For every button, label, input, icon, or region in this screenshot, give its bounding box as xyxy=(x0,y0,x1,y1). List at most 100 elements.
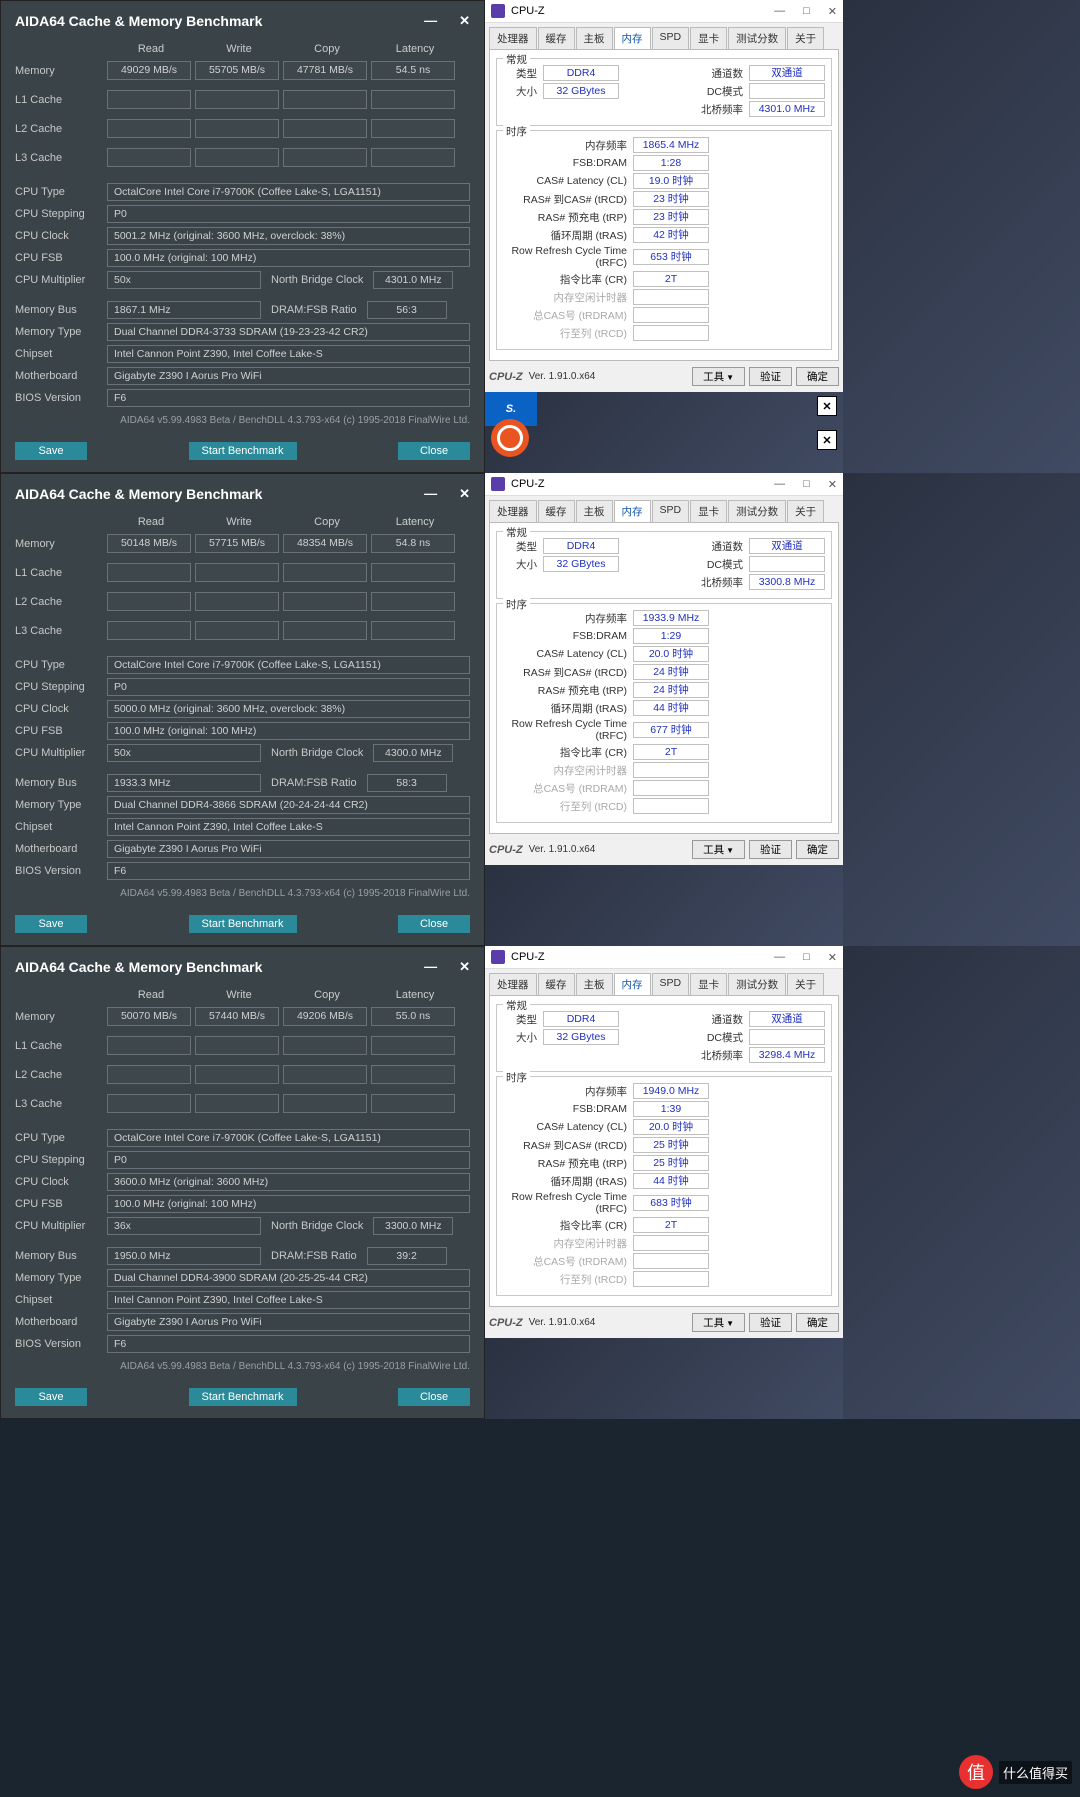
close-icon[interactable]: ✕ xyxy=(828,5,837,18)
chipset: Intel Cannon Point Z390, Intel Coffee La… xyxy=(107,818,470,836)
dramratio: 58:3 xyxy=(367,774,447,792)
close-button[interactable]: Close xyxy=(398,1388,470,1406)
cpuz-titlebar[interactable]: CPU-Z — □ ✕ xyxy=(485,0,843,23)
close-icon[interactable]: ✕ xyxy=(828,951,837,964)
cpuz-tab[interactable]: 关于 xyxy=(787,973,824,995)
cpuz-version: Ver. 1.91.0.x64 xyxy=(529,371,596,382)
maximize-icon[interactable]: □ xyxy=(803,951,810,964)
save-button[interactable]: Save xyxy=(15,1388,87,1406)
validate-button[interactable]: 验证 xyxy=(749,840,792,859)
aida-copyright: AIDA64 v5.99.4983 Beta / BenchDLL 4.3.79… xyxy=(15,884,470,903)
cpuz-tab[interactable]: 测试分数 xyxy=(728,500,786,522)
minimize-icon[interactable]: — xyxy=(774,5,785,18)
close-button[interactable]: Close xyxy=(398,442,470,460)
minimize-icon[interactable]: — xyxy=(424,13,437,29)
validate-button[interactable]: 验证 xyxy=(749,367,792,386)
cl: 20.0 时钟 xyxy=(633,646,709,662)
maximize-icon[interactable]: □ xyxy=(803,478,810,491)
cpuz-tab[interactable]: 测试分数 xyxy=(728,27,786,49)
save-button[interactable]: Save xyxy=(15,442,87,460)
cpuz-tab[interactable]: 内存 xyxy=(614,500,651,522)
chipset: Intel Cannon Point Z390, Intel Coffee La… xyxy=(107,1291,470,1309)
aida-titlebar[interactable]: AIDA64 Cache & Memory Benchmark — ✕ xyxy=(1,1,484,37)
cpuz-app-icon xyxy=(491,950,505,964)
mem-copy: 47781 MB/s xyxy=(283,61,367,80)
cpuz-tab[interactable]: 内存 xyxy=(614,27,651,49)
minimize-icon[interactable]: — xyxy=(424,959,437,975)
aida-titlebar[interactable]: AIDA64 Cache & Memory Benchmark — ✕ xyxy=(1,474,484,510)
fsbdram: 1:28 xyxy=(633,155,709,171)
cpuz-tab[interactable]: 显卡 xyxy=(690,973,727,995)
nbclock: 3300.0 MHz xyxy=(373,1217,453,1235)
mem-write: 57440 MB/s xyxy=(195,1007,279,1026)
start-benchmark-button[interactable]: Start Benchmark xyxy=(189,442,297,460)
maximize-icon[interactable]: □ xyxy=(803,5,810,18)
ok-button[interactable]: 确定 xyxy=(796,840,839,859)
cpuz-window: CPU-Z — □ ✕ 处理器缓存主板内存SPD显卡测试分数关于 常规 类型DD… xyxy=(485,0,843,392)
channels: 双通道 xyxy=(749,1011,825,1027)
mem-write: 57715 MB/s xyxy=(195,534,279,553)
cpuz-tab[interactable]: 关于 xyxy=(787,500,824,522)
close-ad-icon[interactable]: ✕ xyxy=(817,430,837,450)
cpuz-titlebar[interactable]: CPU-Z — □ ✕ xyxy=(485,946,843,969)
mem-read: 50070 MB/s xyxy=(107,1007,191,1026)
tools-button[interactable]: 工具▼ xyxy=(692,367,745,386)
minimize-icon[interactable]: — xyxy=(774,478,785,491)
save-button[interactable]: Save xyxy=(15,915,87,933)
ok-button[interactable]: 确定 xyxy=(796,367,839,386)
cpuz-tab[interactable]: SPD xyxy=(652,27,690,49)
close-icon[interactable]: ✕ xyxy=(828,478,837,491)
mem-read: 50148 MB/s xyxy=(107,534,191,553)
cpuz-tab[interactable]: 缓存 xyxy=(538,500,575,522)
cpuz-tab[interactable]: 缓存 xyxy=(538,973,575,995)
trcd: 23 时钟 xyxy=(633,191,709,207)
mobo: Gigabyte Z390 I Aorus Pro WiFi xyxy=(107,840,470,858)
trcd: 24 时钟 xyxy=(633,664,709,680)
membus: 1950.0 MHz xyxy=(107,1247,261,1265)
dramratio: 56:3 xyxy=(367,301,447,319)
cpuz-tab[interactable]: 关于 xyxy=(787,27,824,49)
cpuz-tab[interactable]: 测试分数 xyxy=(728,973,786,995)
close-icon[interactable]: ✕ xyxy=(459,959,470,975)
cpuz-tab[interactable]: 处理器 xyxy=(489,500,537,522)
cpuz-tab[interactable]: 主板 xyxy=(576,27,613,49)
l2-row: L2 Cache xyxy=(15,119,470,138)
cpuz-titlebar[interactable]: CPU-Z — □ ✕ xyxy=(485,473,843,496)
cpuz-timings: 时序 内存频率1949.0 MHz FSB:DRAM1:39 CAS# Late… xyxy=(496,1076,832,1296)
tools-button[interactable]: 工具▼ xyxy=(692,1313,745,1332)
close-ad-icon[interactable]: ✕ xyxy=(817,396,837,416)
dramfreq: 1865.4 MHz xyxy=(633,137,709,153)
cpuz-timings: 时序 内存频率1865.4 MHz FSB:DRAM1:28 CAS# Late… xyxy=(496,130,832,350)
close-button[interactable]: Close xyxy=(398,915,470,933)
cpuz-tab[interactable]: 显卡 xyxy=(690,500,727,522)
aida-title-text: AIDA64 Cache & Memory Benchmark xyxy=(15,486,262,502)
channels: 双通道 xyxy=(749,65,825,81)
cpuz-tab[interactable]: 主板 xyxy=(576,973,613,995)
cpuz-tab[interactable]: 处理器 xyxy=(489,973,537,995)
cpuz-tab[interactable]: SPD xyxy=(652,973,690,995)
dcmode xyxy=(749,556,825,572)
cpufsb: 100.0 MHz (original: 100 MHz) xyxy=(107,249,470,267)
cpuz-tab[interactable]: 显卡 xyxy=(690,27,727,49)
close-icon[interactable]: ✕ xyxy=(459,486,470,502)
cpuz-general: 常规 类型DDR4 大小32 GBytes 通道数双通道 DC模式 北桥频率33… xyxy=(496,531,832,599)
aida-titlebar[interactable]: AIDA64 Cache & Memory Benchmark — ✕ xyxy=(1,947,484,983)
cpuz-tab[interactable]: 内存 xyxy=(614,973,651,995)
trfc: 677 时钟 xyxy=(633,722,709,738)
tools-button[interactable]: 工具▼ xyxy=(692,840,745,859)
start-benchmark-button[interactable]: Start Benchmark xyxy=(189,1388,297,1406)
start-benchmark-button[interactable]: Start Benchmark xyxy=(189,915,297,933)
memtype: Dual Channel DDR4-3900 SDRAM (20-25-25-4… xyxy=(107,1269,470,1287)
cpuz-tabbar: 处理器缓存主板内存SPD显卡测试分数关于 xyxy=(485,23,843,49)
cpuz-tab[interactable]: 处理器 xyxy=(489,27,537,49)
cpuz-tab[interactable]: 主板 xyxy=(576,500,613,522)
close-icon[interactable]: ✕ xyxy=(459,13,470,29)
ok-button[interactable]: 确定 xyxy=(796,1313,839,1332)
cpuz-tab[interactable]: 缓存 xyxy=(538,27,575,49)
minimize-icon[interactable]: — xyxy=(774,951,785,964)
mem-type: DDR4 xyxy=(543,65,619,81)
chipset: Intel Cannon Point Z390, Intel Coffee La… xyxy=(107,345,470,363)
minimize-icon[interactable]: — xyxy=(424,486,437,502)
cpuz-tab[interactable]: SPD xyxy=(652,500,690,522)
validate-button[interactable]: 验证 xyxy=(749,1313,792,1332)
